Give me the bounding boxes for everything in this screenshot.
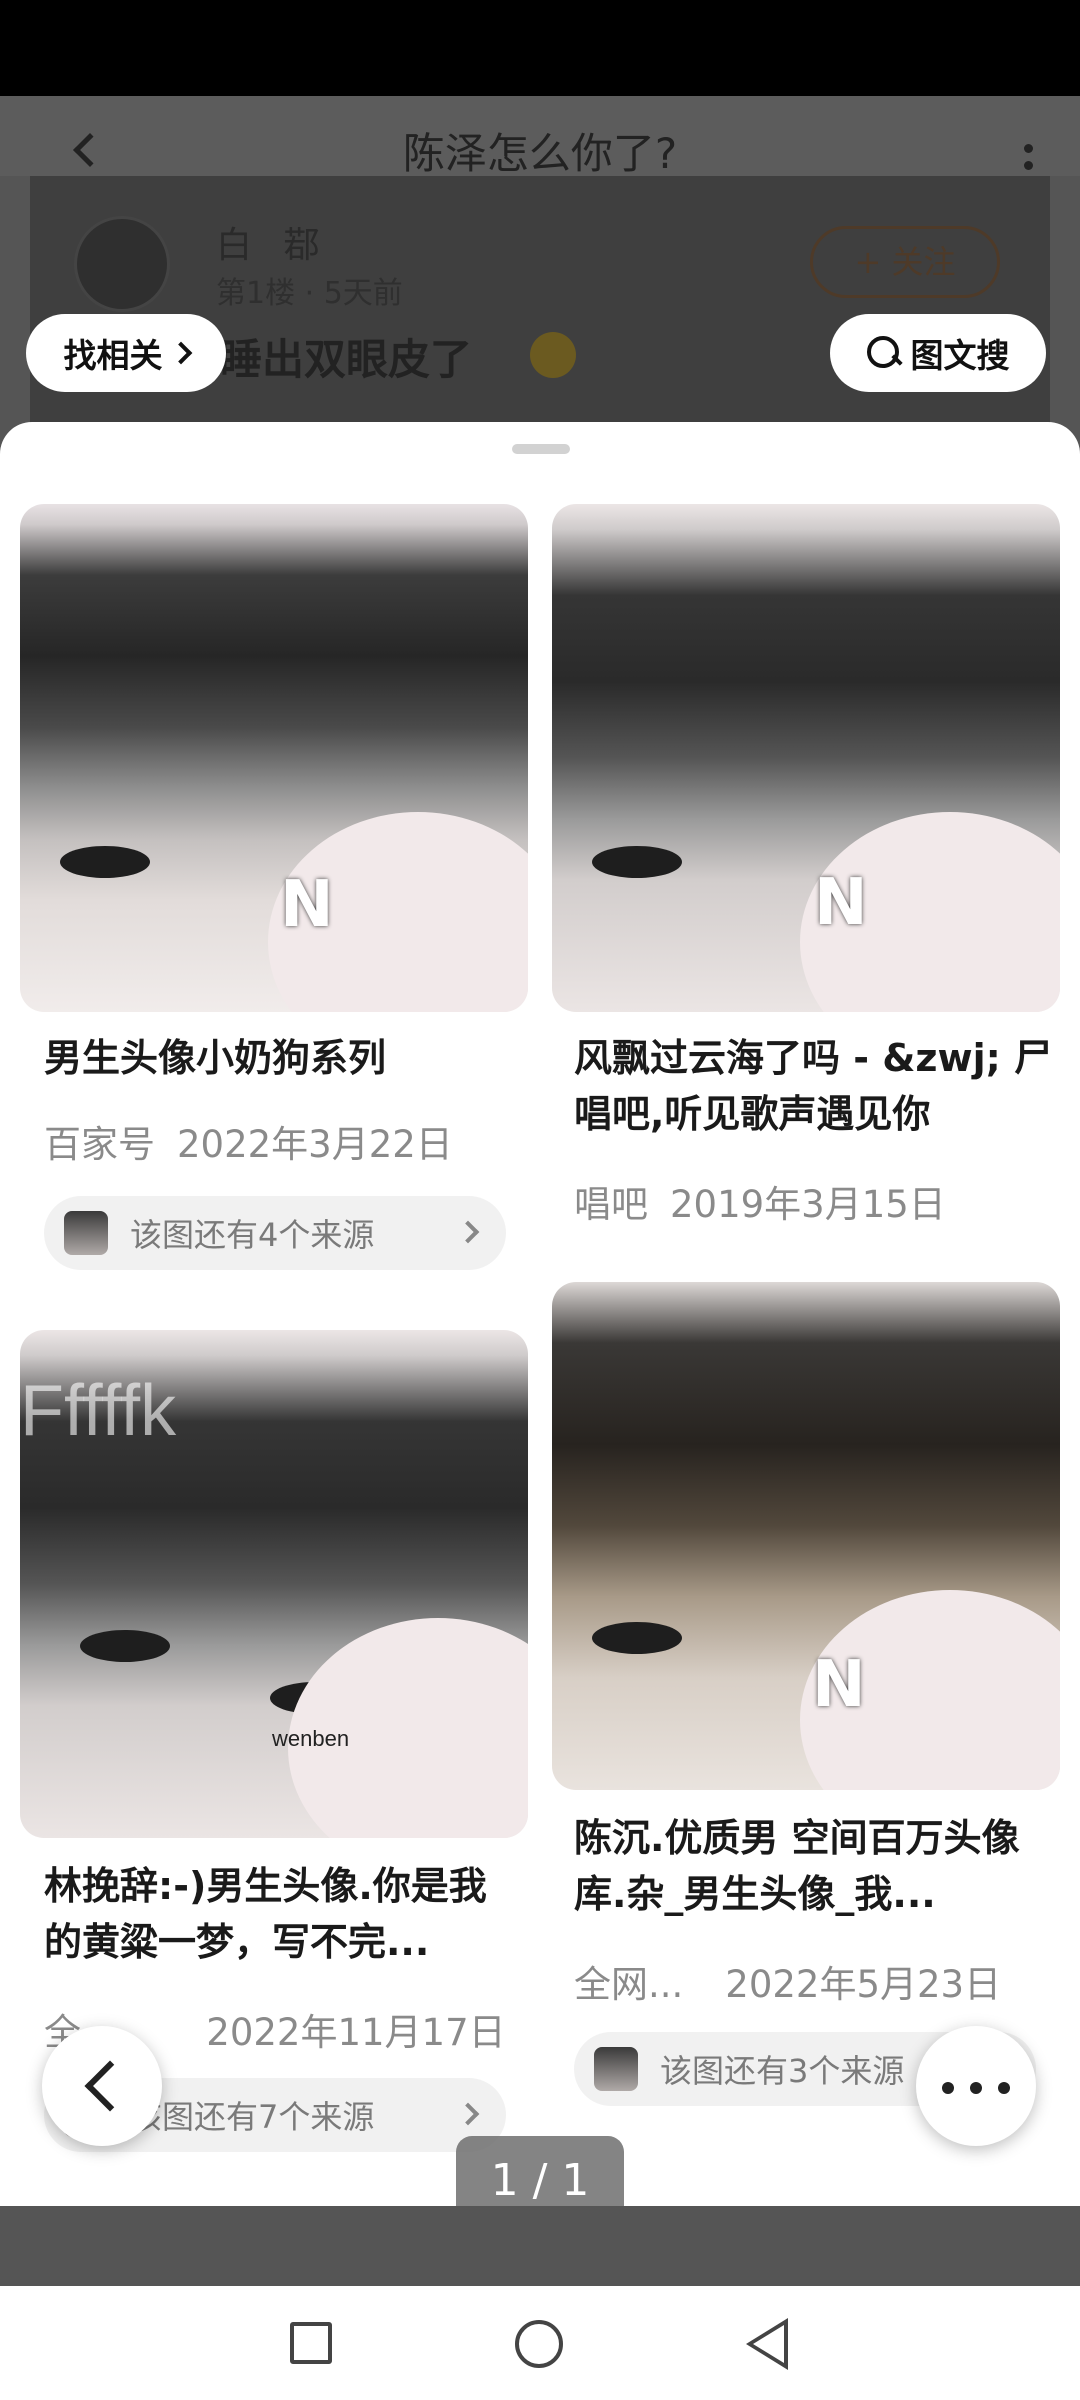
result-date: 2022年3月22日 [177, 1123, 453, 1166]
result-meta-1: 百家号 2022年3月22日 [44, 1114, 453, 1168]
nav-back-icon[interactable] [746, 2318, 788, 2370]
image-text-search-label: 图文搜 [910, 336, 1010, 375]
source-thumbnail [594, 2047, 638, 2091]
more-sources-button-1[interactable]: 该图还有4个来源 [44, 1196, 506, 1270]
background-post-toolbar [0, 2206, 1080, 2286]
result-source: 唱吧 [574, 1183, 648, 1226]
image-watermark: N [814, 866, 868, 940]
result-date: 2022年5月23日 [725, 1963, 1002, 2006]
image-detail [592, 1622, 682, 1654]
chevron-right-icon [169, 341, 192, 365]
result-title-2[interactable]: 风飘过云海了吗 - &zwj; 尸 唱吧,听见歌声遇见你 [574, 1030, 1054, 1142]
result-source: 百家号 [44, 1123, 155, 1166]
image-watermark: Fffffk [20, 1371, 177, 1451]
post-title: 陈泽怎么你了? [402, 129, 678, 178]
back-button[interactable] [42, 2026, 162, 2146]
find-related-label: 找相关 [63, 336, 163, 375]
result-title-4[interactable]: 陈沉.优质男 空间百万头像库.杂_男生头像_我... [574, 1810, 1054, 1922]
result-date: 2022年11月17日 [206, 2011, 506, 2054]
image-watermark: N [280, 868, 334, 942]
result-image-1[interactable]: N [20, 504, 528, 1012]
image-detail [592, 846, 682, 878]
chevron-right-icon [456, 2102, 480, 2126]
result-title-1[interactable]: 男生头像小奶狗系列 [44, 1030, 524, 1086]
emoji-icon [530, 332, 576, 378]
source-thumbnail [64, 1211, 108, 1255]
chevron-right-icon [456, 1220, 480, 1244]
post-header: 陈泽怎么你了? [0, 96, 1080, 187]
image-text-search-button[interactable]: 图文搜 [830, 314, 1046, 392]
image-watermark: N [812, 1648, 866, 1722]
post-meta: 第1楼 · 5天前 [216, 276, 403, 311]
author-name: 白 鄀 [216, 225, 330, 266]
result-source: 全网... [574, 1963, 684, 2006]
more-icon [942, 2082, 954, 2094]
post-text: 睡出双眼皮了 [220, 335, 473, 384]
nav-home-icon[interactable] [515, 2320, 563, 2368]
sheet-drag-handle[interactable] [512, 444, 570, 454]
image-watermark-small: wenben [272, 1726, 350, 1751]
result-image-2[interactable]: N [552, 504, 1060, 1012]
results-sheet[interactable]: N 男生头像小奶狗系列 百家号 2022年3月22日 该图还有4个来源 N 风飘过… [0, 422, 1080, 2206]
follow-button: + 关注 [810, 226, 1000, 298]
find-related-button[interactable]: 找相关 [26, 314, 226, 392]
system-navigation-bar [0, 2286, 1080, 2400]
search-icon [866, 336, 901, 370]
result-image-4[interactable]: N [552, 1282, 1060, 1790]
result-image-3[interactable]: Fffffk wenben [20, 1330, 528, 1838]
more-sources-label: 该图还有4个来源 [130, 1216, 375, 1254]
result-meta-2: 唱吧 2019年3月15日 [574, 1174, 946, 1228]
nav-recents-icon[interactable] [290, 2322, 332, 2364]
more-sources-label: 该图还有3个来源 [660, 2052, 905, 2090]
author-avatar [74, 216, 170, 312]
result-date: 2019年3月15日 [670, 1183, 946, 1226]
result-title-3[interactable]: 林挽辞:-)男生头像.你是我的黄粱一梦，写不完... [44, 1858, 524, 1970]
image-detail [80, 1630, 170, 1662]
more-sources-label: 该图还有7个来源 [130, 2098, 375, 2136]
result-meta-4: 全网... 2022年5月23日 [574, 1954, 1001, 2008]
image-detail [60, 846, 150, 878]
more-options-button[interactable] [916, 2026, 1036, 2146]
status-bar [0, 0, 1080, 96]
